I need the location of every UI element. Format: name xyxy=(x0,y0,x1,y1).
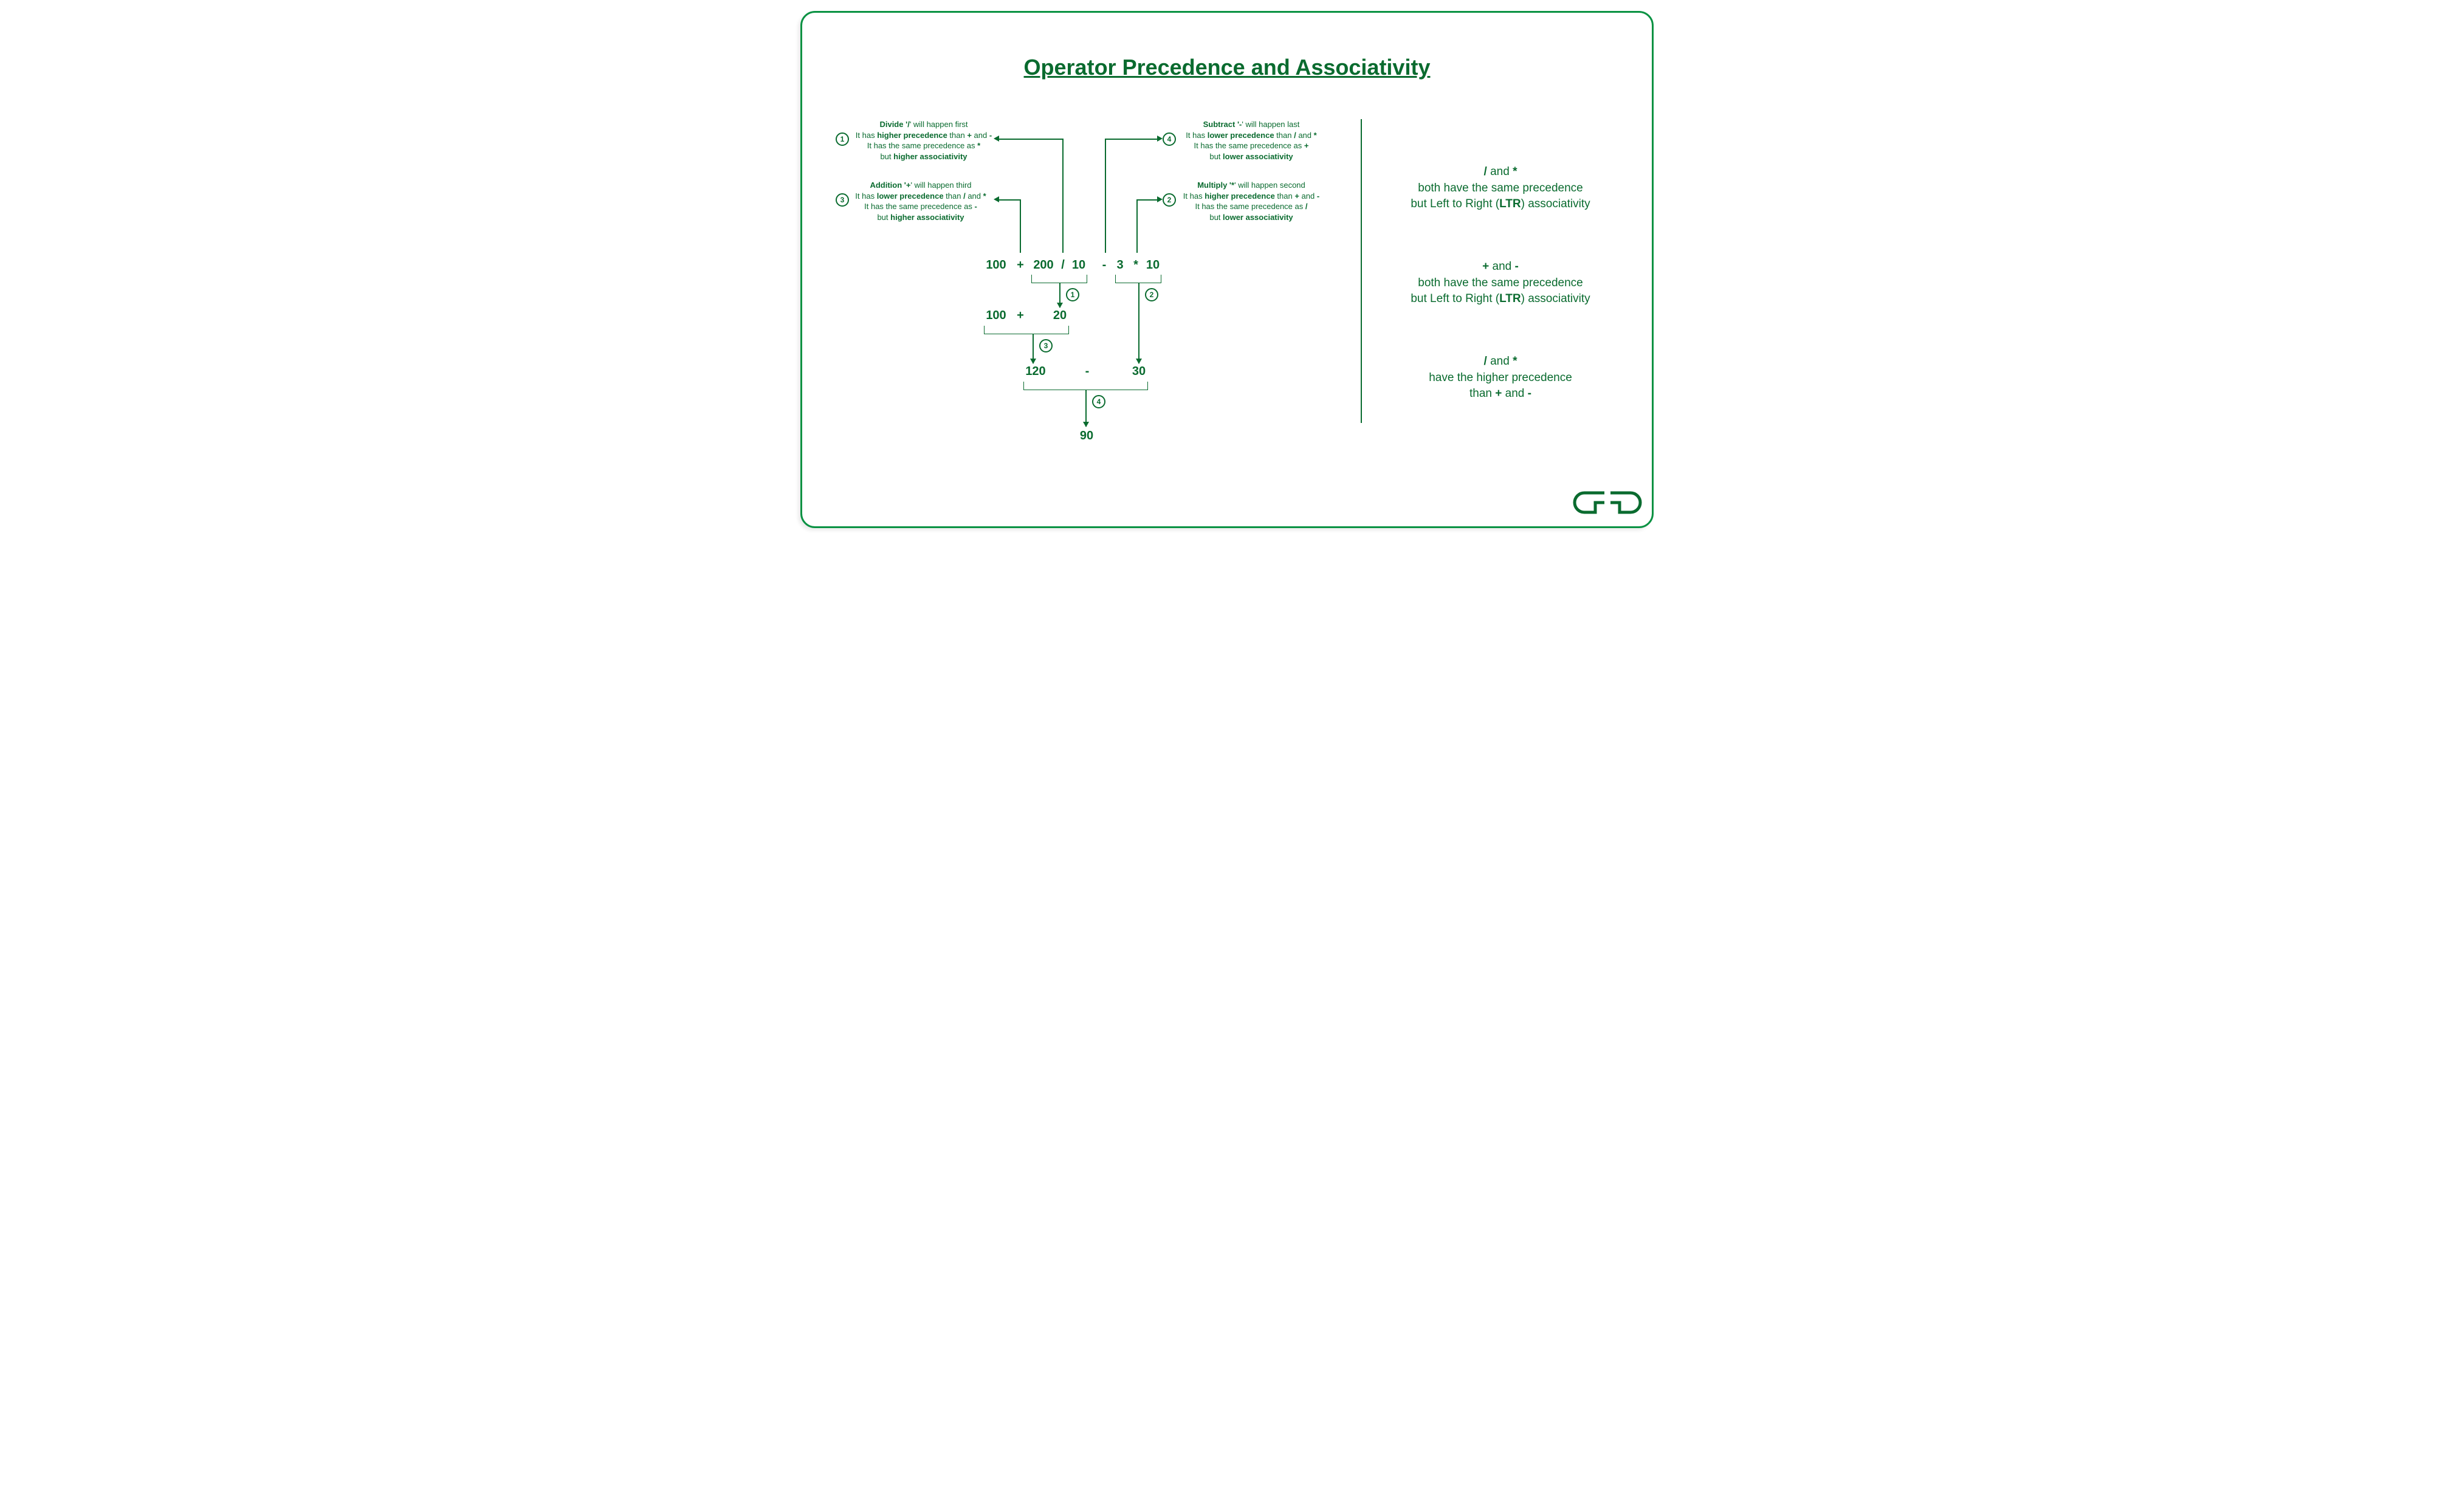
elbow-divide-tip xyxy=(994,136,999,142)
tok-120: 120 xyxy=(1023,365,1048,379)
elbow-star-tip xyxy=(1157,196,1163,202)
tok-plus: + xyxy=(1014,258,1026,272)
page-title: Operator Precedence and Associativity xyxy=(789,55,1665,80)
anno-badge-2: 2 xyxy=(1163,193,1176,207)
anno-badge-3: 3 xyxy=(836,193,849,207)
annotation-3: Addition '+' will happen third It has lo… xyxy=(848,180,994,222)
elbow-plus-v xyxy=(1020,199,1021,253)
logo-icon xyxy=(1571,487,1644,521)
right-note-3: / and * have the higher precedence than … xyxy=(1373,354,1628,402)
tok-100: 100 xyxy=(984,258,1008,272)
elbow-star-h xyxy=(1136,199,1157,201)
step-badge-4: 4 xyxy=(1092,395,1105,408)
tok-10b: 10 xyxy=(1144,258,1161,272)
anno-badge-4: 4 xyxy=(1163,132,1176,146)
tok-100b: 100 xyxy=(984,309,1008,323)
bracket-1 xyxy=(1031,275,1087,283)
divider-vertical xyxy=(1361,119,1362,423)
tok-30: 30 xyxy=(1130,365,1148,379)
step-badge-1: 1 xyxy=(1066,288,1079,301)
elbow-divide-v xyxy=(1062,139,1064,253)
right-note-2: + and - both have the same precedence bu… xyxy=(1373,259,1628,308)
tok-3: 3 xyxy=(1115,258,1125,272)
bracket-2 xyxy=(1115,275,1161,283)
arrow-step4 xyxy=(1085,390,1087,427)
annotation-2: Multiply '*' will happen second It has h… xyxy=(1178,180,1324,222)
bracket-4 xyxy=(1023,382,1148,390)
tok-200: 200 xyxy=(1031,258,1056,272)
annotation-1: Divide '/' will happen first It has high… xyxy=(854,119,994,162)
elbow-minus-v xyxy=(1105,139,1106,253)
tok-star: * xyxy=(1130,258,1142,272)
tok-90: 90 xyxy=(1078,429,1095,443)
elbow-minus-h xyxy=(1105,139,1157,140)
arrow-step1 xyxy=(1059,283,1060,308)
tok-minus2: - xyxy=(1081,365,1093,379)
canvas: Operator Precedence and Associativity 1 … xyxy=(789,0,1665,539)
step-badge-2: 2 xyxy=(1145,288,1158,301)
tok-plus2: + xyxy=(1014,309,1026,323)
elbow-plus-h xyxy=(999,199,1020,201)
bracket-3 xyxy=(984,326,1069,334)
tok-minus: - xyxy=(1098,258,1110,272)
annotation-4: Subtract '-' will happen last It has low… xyxy=(1178,119,1324,162)
anno-badge-1: 1 xyxy=(836,132,849,146)
arrow-step3 xyxy=(1033,334,1034,363)
right-note-1: / and * both have the same precedence bu… xyxy=(1373,164,1628,213)
elbow-divide-h xyxy=(999,139,1063,140)
tok-20: 20 xyxy=(1051,309,1069,323)
step-badge-3: 3 xyxy=(1039,339,1053,352)
elbow-minus-tip xyxy=(1157,136,1163,142)
tok-10a: 10 xyxy=(1070,258,1087,272)
elbow-star-v xyxy=(1136,199,1138,253)
elbow-plus-tip xyxy=(994,196,999,202)
tok-div: / xyxy=(1058,258,1068,272)
arrow-step2 xyxy=(1138,283,1139,363)
